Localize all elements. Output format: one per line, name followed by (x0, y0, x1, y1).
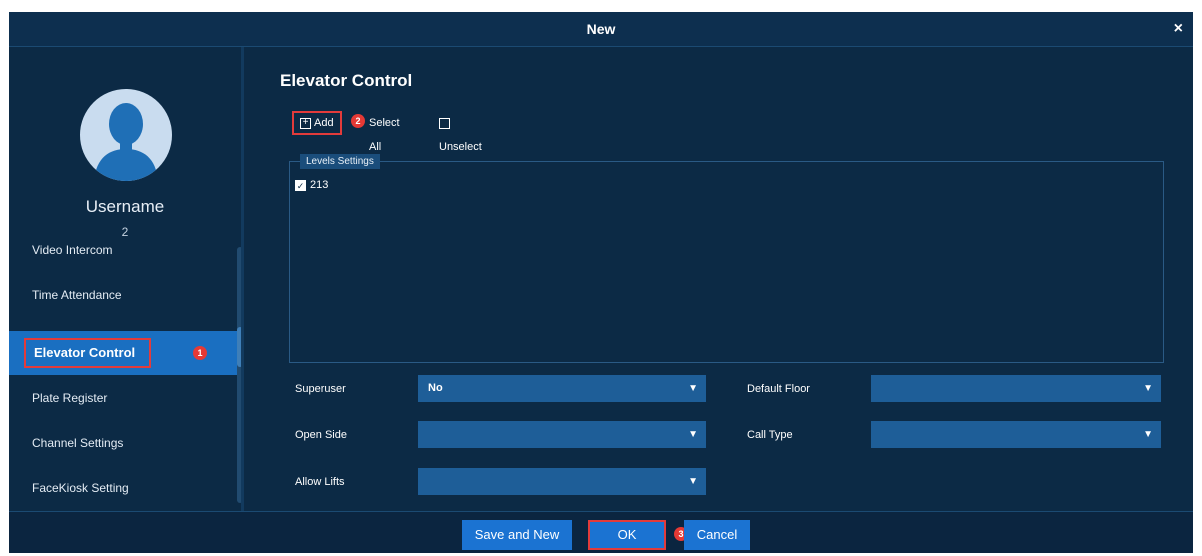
levels-settings-box (289, 161, 1164, 363)
sidebar: Username 2 Video Intercom Time Attendanc… (9, 47, 243, 511)
levels-settings-legend: Levels Settings (300, 154, 380, 169)
sidebar-item-plate-register[interactable]: Plate Register (9, 376, 241, 420)
username: Username (85, 197, 165, 216)
add-button[interactable]: + Add (292, 111, 342, 135)
default-floor-select[interactable]: ▼ (871, 375, 1161, 402)
user-silhouette-icon (94, 103, 158, 181)
save-and-new-button[interactable]: Save and New (462, 520, 572, 550)
open-side-select[interactable]: ▼ (418, 421, 706, 448)
default-floor-label: Default Floor (747, 383, 810, 395)
dialog-titlebar: New × (9, 12, 1193, 47)
plus-square-icon: + (300, 117, 311, 129)
dialog-title: New (586, 21, 616, 37)
sidebar-item-label: Video Intercom (32, 243, 113, 257)
sidebar-item-label: Elevator Control (24, 338, 152, 368)
superuser-value: No (428, 382, 443, 394)
step-badge-1: 1 (193, 346, 207, 360)
sidebar-item-facekiosk-setting[interactable]: FaceKiosk Setting (9, 466, 241, 510)
cancel-button[interactable]: Cancel (684, 520, 750, 550)
step-badge-2: 2 (351, 114, 365, 128)
checkbox-checked-icon[interactable]: ✓ (295, 179, 306, 191)
sidebar-item-elevator-control[interactable]: Elevator Control 1 (9, 331, 241, 375)
sidebar-item-label: FaceKiosk Setting (32, 481, 129, 495)
level-item-label: 213 (310, 179, 329, 191)
select-all-button[interactable]: Select All (369, 111, 400, 153)
call-type-label: Call Type (747, 429, 793, 441)
dialog-footer: Save and New OK 3 Cancel (9, 511, 1193, 553)
sidebar-item-label: Plate Register (32, 391, 108, 405)
close-icon[interactable]: × (1174, 12, 1183, 46)
sidebar-item-video-intercom[interactable]: Video Intercom (9, 228, 241, 272)
chevron-down-icon: ▼ (1143, 429, 1153, 440)
superuser-label: Superuser (295, 383, 346, 395)
sidebar-item-channel-settings[interactable]: Channel Settings (9, 421, 241, 465)
level-item[interactable]: ✓ 213 (295, 179, 328, 192)
checkbox-icon (439, 117, 450, 129)
select-all-label: Select All (369, 117, 400, 153)
new-dialog: New × Username 2 Video Intercom Time Att… (9, 12, 1193, 553)
add-button-label: Add (314, 117, 334, 129)
superuser-select[interactable]: No ▼ (418, 375, 706, 402)
sidebar-item-time-attendance[interactable]: Time Attendance (9, 273, 241, 317)
call-type-select[interactable]: ▼ (871, 421, 1161, 448)
chevron-down-icon: ▼ (688, 476, 698, 487)
ok-button[interactable]: OK (588, 520, 666, 550)
open-side-label: Open Side (295, 429, 347, 441)
chevron-down-icon: ▼ (688, 429, 698, 440)
allow-lifts-label: Allow Lifts (295, 476, 345, 488)
section-title: Elevator Control (280, 71, 413, 90)
main-panel: Elevator Control + Add 2 Select All Unsel… (244, 47, 1193, 511)
chevron-down-icon: ▼ (1143, 383, 1153, 394)
sidebar-item-label: Time Attendance (32, 288, 122, 302)
avatar (80, 89, 172, 181)
sidebar-item-label: Channel Settings (32, 436, 124, 450)
chevron-down-icon: ▼ (688, 383, 698, 394)
allow-lifts-select[interactable]: ▼ (418, 468, 706, 495)
unselect-all-button[interactable]: Unselect All (439, 111, 482, 177)
